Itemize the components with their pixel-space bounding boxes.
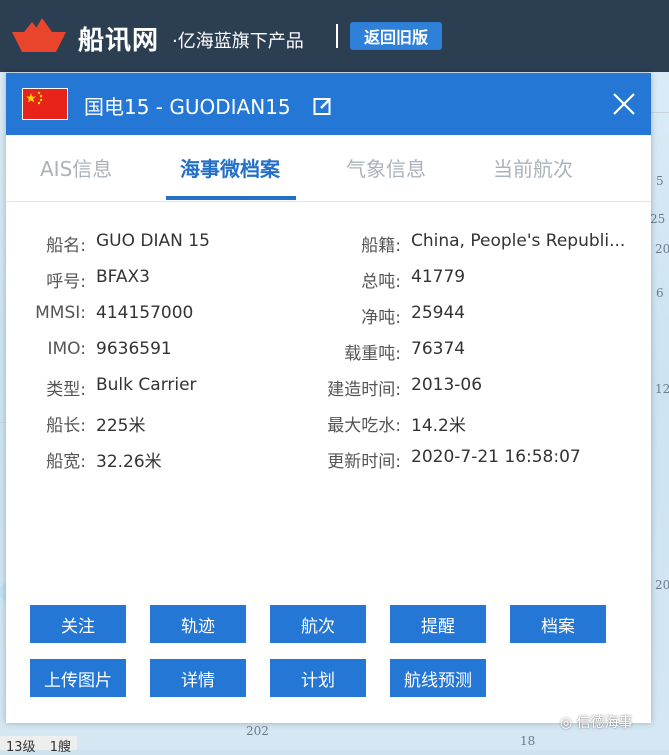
ship-logo-icon[interactable] <box>10 14 68 54</box>
ship-count: 1艘 <box>49 740 71 755</box>
upload-image-button[interactable]: 上传图片 <box>30 659 126 697</box>
detail-label: 呼号: <box>46 272 86 292</box>
detail-value: 2013-06 <box>411 375 483 395</box>
track-button[interactable]: 轨迹 <box>150 605 246 643</box>
detail-value: 14.2米 <box>411 416 466 436</box>
map-depth-label: 12 <box>655 382 669 396</box>
reminder-button[interactable]: 提醒 <box>390 605 486 643</box>
map-depth-label: 20 <box>655 242 669 256</box>
detail-value: 225米 <box>96 416 146 436</box>
tab-current-voyage[interactable]: 当前航次 <box>493 153 573 182</box>
route-prediction-button[interactable]: 航线预测 <box>390 659 486 697</box>
detail-value: 414157000 <box>96 303 194 323</box>
detail-value: Bulk Carrier <box>96 375 197 395</box>
edit-icon[interactable] <box>313 96 333 116</box>
detail-value: 25944 <box>411 303 466 323</box>
vessel-info-panel: 国电15 - GUODIAN15 AIS信息 海事微档案 气象信息 当前航次 船… <box>6 73 651 723</box>
divider <box>336 24 338 48</box>
watermark-text: 信德海事 <box>576 715 633 731</box>
detail-label: 净吨: <box>361 308 401 328</box>
map-depth-label: 6 <box>656 286 664 300</box>
detail-label: 建造时间: <box>327 380 401 400</box>
tab-maritime-archive[interactable]: 海事微档案 <box>180 153 280 182</box>
voyage-button[interactable]: 航次 <box>270 605 366 643</box>
map-depth-label: 18 <box>520 734 536 748</box>
close-icon[interactable] <box>611 91 637 117</box>
map-status-bar: 13级 1艘 <box>0 736 77 755</box>
detail-label: 船籍: <box>361 236 401 256</box>
zoom-level: 13级 <box>6 740 36 755</box>
detail-label: 类型: <box>46 380 86 400</box>
detail-label: 最大吃水: <box>327 416 401 436</box>
detail-label: 载重吨: <box>344 344 401 364</box>
detail-value: 32.26米 <box>96 452 162 472</box>
detail-value: 41779 <box>411 267 466 287</box>
detail-label: 更新时间: <box>327 452 401 472</box>
tab-weather-info[interactable]: 气象信息 <box>346 153 426 182</box>
plan-button[interactable]: 计划 <box>270 659 366 697</box>
detail-label: 船长: <box>46 416 86 436</box>
brand-name[interactable]: 船讯网 <box>78 20 159 57</box>
archive-button[interactable]: 档案 <box>510 605 606 643</box>
detail-value: BFAX3 <box>96 267 150 287</box>
detail-value: 2020-7-21 16:58:07 <box>411 447 581 467</box>
map-depth-label: 20 <box>655 578 669 592</box>
map-depth-label: 202 <box>246 724 269 738</box>
detail-value: China, People's Republi... <box>411 231 626 251</box>
wechat-icon: ◎ <box>560 715 573 731</box>
china-flag-icon <box>22 88 68 120</box>
details-button[interactable]: 详情 <box>150 659 246 697</box>
watermark: ◎ 信德海事 <box>560 712 633 732</box>
map-depth-label: 25 <box>650 212 666 226</box>
tab-ais-info[interactable]: AIS信息 <box>40 153 112 182</box>
active-tab-underline <box>166 196 296 200</box>
detail-label: IMO: <box>47 339 87 359</box>
vessel-title: 国电15 - GUODIAN15 <box>84 95 291 119</box>
map-depth-label: 5 <box>656 174 664 188</box>
detail-label: 船宽: <box>46 452 86 472</box>
follow-button[interactable]: 关注 <box>30 605 126 643</box>
return-old-version-button[interactable]: 返回旧版 <box>350 22 442 50</box>
detail-label: 船名: <box>46 236 86 256</box>
detail-label: 总吨: <box>361 272 401 292</box>
detail-value: 76374 <box>411 339 466 359</box>
detail-value: GUO DIAN 15 <box>96 231 210 251</box>
tab-bar: AIS信息 海事微档案 气象信息 当前航次 <box>6 135 651 202</box>
top-navigation-bar: 船讯网 ·亿海蓝旗下产品 返回旧版 <box>0 0 669 72</box>
detail-value: 9636591 <box>96 339 172 359</box>
brand-tagline: ·亿海蓝旗下产品 <box>172 31 304 52</box>
detail-label: MMSI: <box>35 303 86 323</box>
panel-header: 国电15 - GUODIAN15 <box>6 73 651 135</box>
